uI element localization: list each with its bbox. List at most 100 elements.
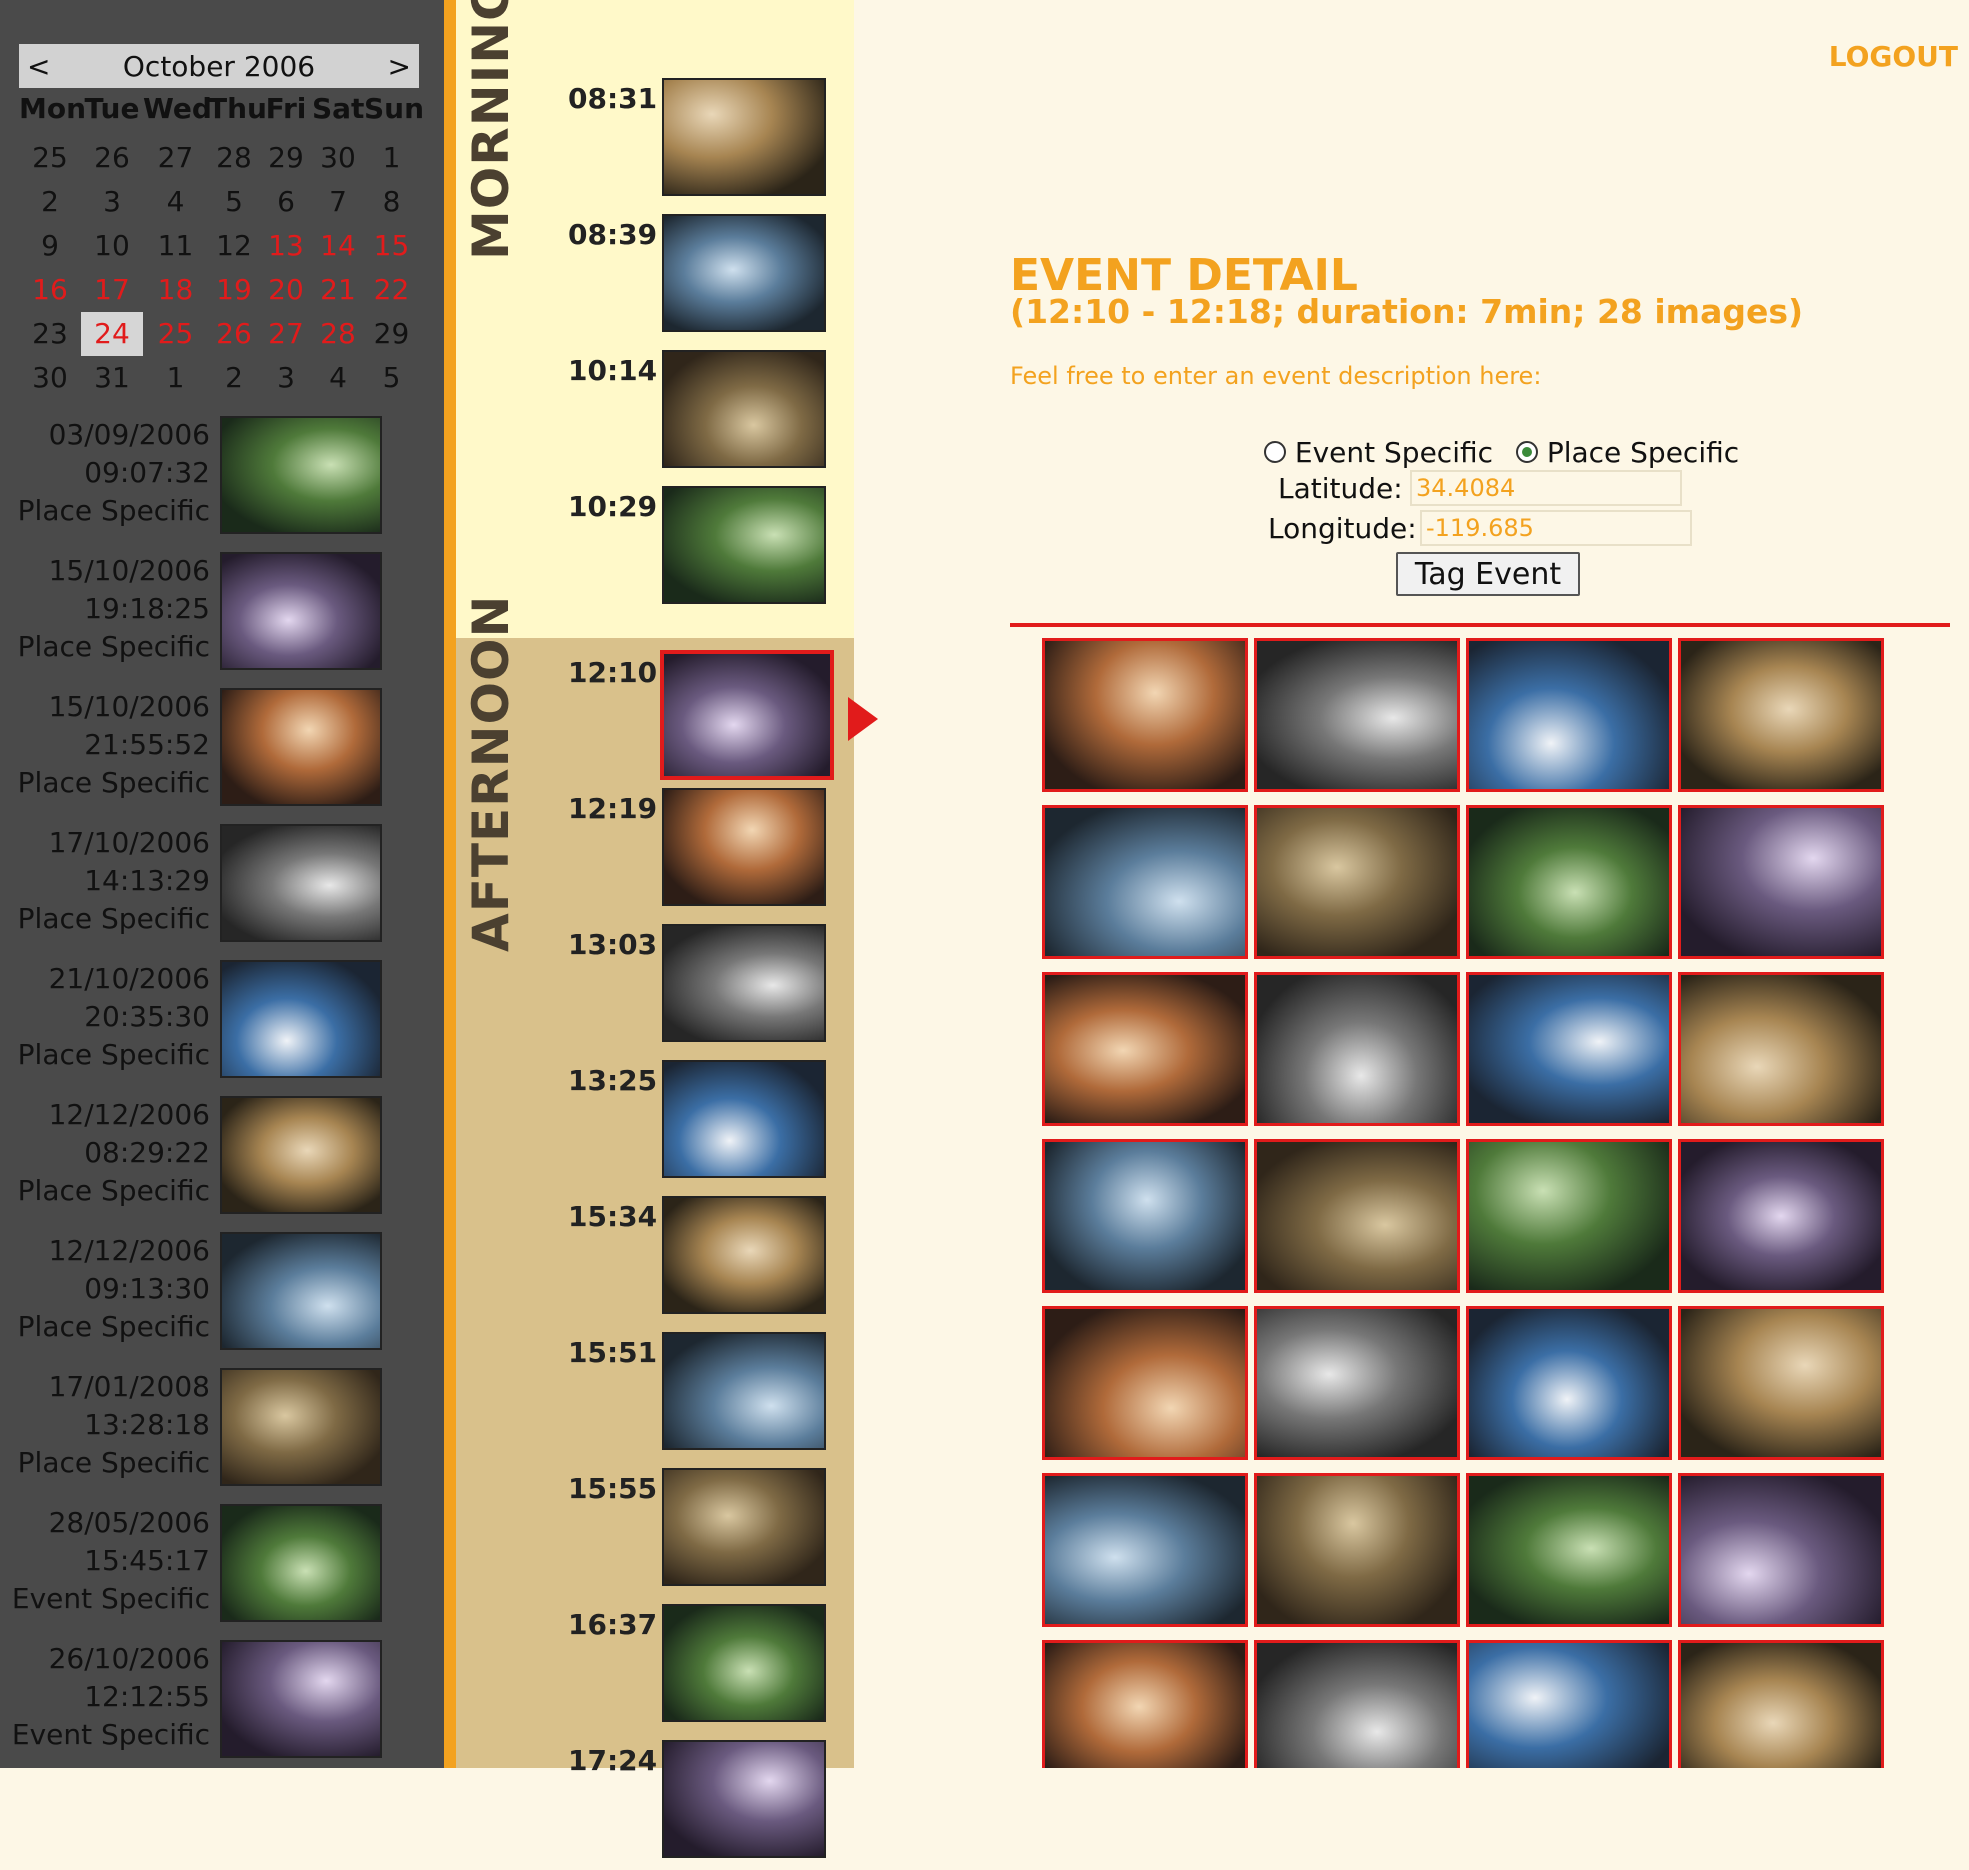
tagged-event-item[interactable]: 21/10/2006 20:35:30 Place Specific (0, 960, 444, 1082)
latitude-input[interactable] (1410, 470, 1682, 506)
calendar-day[interactable]: 5 (208, 180, 260, 224)
calendar-day[interactable]: 1 (143, 356, 208, 400)
calendar-day[interactable]: 29 (364, 312, 419, 356)
timeline-thumbnail[interactable] (662, 1604, 826, 1722)
calendar-day[interactable]: 7 (312, 180, 364, 224)
event-photo[interactable] (1466, 1473, 1672, 1627)
timeline-item[interactable]: 16:37 (556, 1604, 846, 1734)
tagged-event-item[interactable]: 12/12/2006 09:13:30 Place Specific (0, 1232, 444, 1354)
timeline-item[interactable]: 12:10 (556, 650, 846, 782)
calendar-day[interactable]: 28 (208, 136, 260, 180)
timeline-item[interactable]: 15:51 (556, 1332, 846, 1462)
event-description-prompt[interactable]: Feel free to enter an event description … (1010, 362, 1541, 390)
event-photo[interactable] (1466, 638, 1672, 792)
tagged-event-item[interactable]: 28/05/2006 15:45:17 Event Specific (0, 1504, 444, 1626)
logout-link[interactable]: LOGOUT (1829, 40, 1958, 73)
timeline-item[interactable]: 10:14 (556, 350, 846, 480)
tagged-event-thumbnail[interactable] (220, 688, 382, 806)
next-month-button[interactable]: > (388, 50, 411, 83)
calendar-day[interactable]: 31 (81, 356, 143, 400)
tagged-event-thumbnail[interactable] (220, 1096, 382, 1214)
timeline-thumbnail[interactable] (662, 1468, 826, 1586)
timeline-item[interactable]: 10:29 (556, 486, 846, 616)
tagged-event-item[interactable]: 17/01/2008 13:28:18 Place Specific (0, 1368, 444, 1490)
timeline-item[interactable]: 15:55 (556, 1468, 846, 1598)
tagged-event-thumbnail[interactable] (220, 1504, 382, 1622)
event-photo[interactable] (1042, 1306, 1248, 1460)
calendar-day[interactable]: 11 (143, 224, 208, 268)
place-specific-radio[interactable] (1515, 441, 1538, 463)
tagged-event-item[interactable]: 26/10/2006 12:12:55 Event Specific (0, 1640, 444, 1762)
event-photo[interactable] (1042, 638, 1248, 792)
calendar-day[interactable]: 8 (364, 180, 419, 224)
event-photo[interactable] (1254, 1306, 1460, 1460)
event-photo[interactable] (1254, 805, 1460, 959)
calendar-day[interactable]: 14 (312, 224, 364, 268)
calendar-day[interactable]: 25 (143, 312, 208, 356)
event-photo[interactable] (1254, 1139, 1460, 1293)
tagged-event-thumbnail[interactable] (220, 552, 382, 670)
timeline-item[interactable]: 08:39 (556, 214, 846, 344)
tagged-event-thumbnail[interactable] (220, 416, 382, 534)
event-photo[interactable] (1466, 1640, 1672, 1768)
event-photo[interactable] (1466, 972, 1672, 1126)
calendar-day[interactable]: 29 (260, 136, 312, 180)
calendar-day[interactable]: 9 (19, 224, 81, 268)
tagged-event-item[interactable]: 15/10/2006 21:55:52 Place Specific (0, 688, 444, 810)
timeline-thumbnail[interactable] (662, 214, 826, 332)
tagged-event-thumbnail[interactable] (220, 824, 382, 942)
tagged-event-item[interactable]: 03/09/2006 09:07:32 Place Specific (0, 416, 444, 538)
timeline-thumbnail[interactable] (662, 486, 826, 604)
timeline-item[interactable]: 13:25 (556, 1060, 846, 1190)
calendar-day[interactable]: 19 (208, 268, 260, 312)
calendar-day[interactable]: 26 (208, 312, 260, 356)
timeline-thumbnail[interactable] (662, 1196, 826, 1314)
event-photo[interactable] (1466, 1306, 1672, 1460)
calendar-day[interactable]: 23 (19, 312, 81, 356)
calendar-day[interactable]: 30 (19, 356, 81, 400)
calendar-day[interactable]: 4 (312, 356, 364, 400)
tagged-event-thumbnail[interactable] (220, 1640, 382, 1758)
calendar-day[interactable]: 3 (260, 356, 312, 400)
tag-event-button[interactable]: Tag Event (1396, 552, 1580, 596)
event-photo[interactable] (1254, 1640, 1460, 1768)
calendar-day[interactable]: 17 (81, 268, 143, 312)
calendar-day[interactable]: 27 (143, 136, 208, 180)
timeline-thumbnail[interactable] (662, 1740, 826, 1858)
tagged-event-item[interactable]: 12/12/2006 08:29:22 Place Specific (0, 1096, 444, 1218)
timeline-item[interactable]: 08:31 (556, 78, 846, 208)
calendar-day[interactable]: 2 (208, 356, 260, 400)
timeline-item[interactable]: 13:03 (556, 924, 846, 1054)
timeline-thumbnail[interactable] (660, 650, 834, 780)
event-photo[interactable] (1042, 805, 1248, 959)
timeline-thumbnail[interactable] (662, 78, 826, 196)
calendar-day[interactable]: 4 (143, 180, 208, 224)
event-photo[interactable] (1678, 1640, 1884, 1768)
event-photo[interactable] (1254, 638, 1460, 792)
tagged-event-item[interactable]: 15/10/2006 19:18:25 Place Specific (0, 552, 444, 674)
timeline-thumbnail[interactable] (662, 350, 826, 468)
event-photo[interactable] (1678, 1139, 1884, 1293)
calendar-day[interactable]: 2 (19, 180, 81, 224)
timeline-thumbnail[interactable] (662, 1332, 826, 1450)
calendar-day[interactable]: 27 (260, 312, 312, 356)
event-photo[interactable] (1678, 805, 1884, 959)
event-photo[interactable] (1042, 1640, 1248, 1768)
event-specific-radio[interactable] (1264, 441, 1286, 463)
calendar-day[interactable]: 5 (364, 356, 419, 400)
event-photo[interactable] (1042, 1139, 1248, 1293)
timeline-thumbnail[interactable] (662, 1060, 826, 1178)
timeline-item[interactable]: 15:34 (556, 1196, 846, 1326)
event-photo[interactable] (1254, 972, 1460, 1126)
event-photo[interactable] (1678, 972, 1884, 1126)
tagged-event-thumbnail[interactable] (220, 960, 382, 1078)
event-photo[interactable] (1042, 1473, 1248, 1627)
calendar-day[interactable]: 13 (260, 224, 312, 268)
event-photo[interactable] (1254, 1473, 1460, 1627)
calendar-day[interactable]: 26 (81, 136, 143, 180)
calendar-day[interactable]: 22 (364, 268, 419, 312)
calendar-day[interactable]: 20 (260, 268, 312, 312)
tagged-event-item[interactable]: 17/10/2006 14:13:29 Place Specific (0, 824, 444, 946)
event-photo[interactable] (1042, 972, 1248, 1126)
calendar-day[interactable]: 6 (260, 180, 312, 224)
